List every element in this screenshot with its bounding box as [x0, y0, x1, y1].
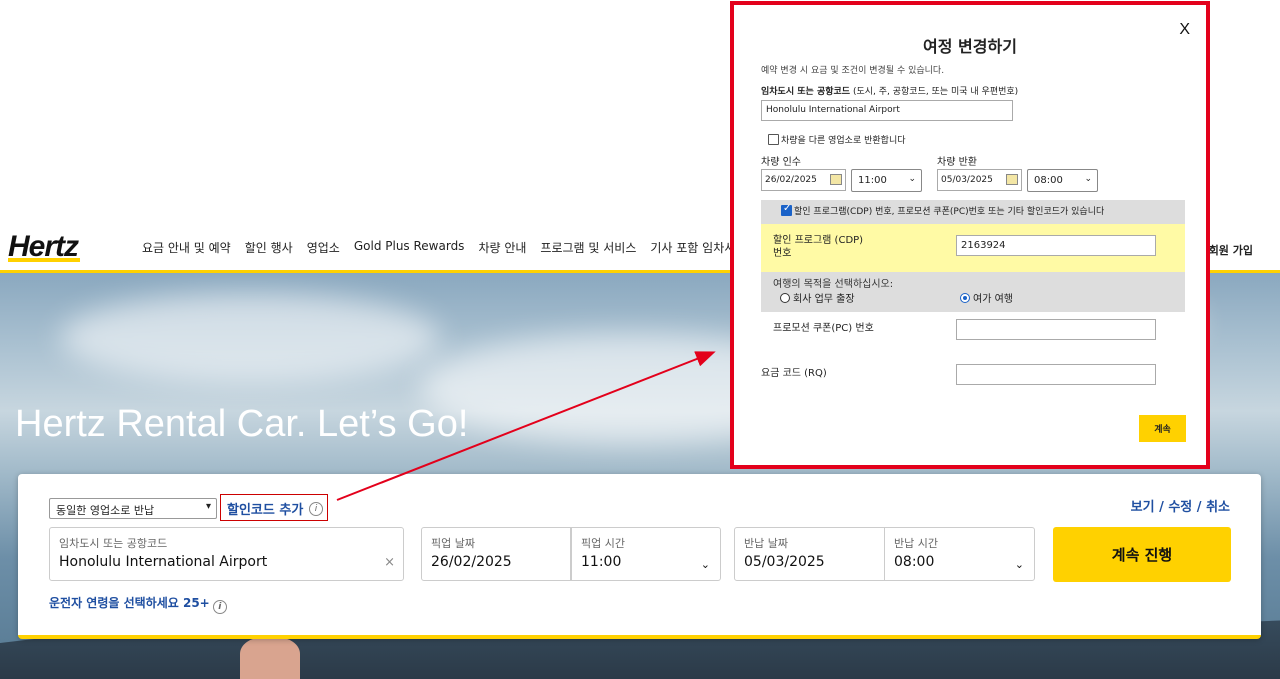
return-date-label: 반납 날짜 [744, 537, 788, 550]
cdp-label: 할인 프로그램 (CDP) 번호 [773, 235, 864, 259]
modal-pickup-time-value: 11:00 [858, 175, 887, 186]
change-itinerary-modal: X 여정 변경하기 예약 변경 시 요금 및 조건이 변경될 수 있습니다. 임… [730, 1, 1210, 469]
purpose-business-radio[interactable]: 회사 업무 출장 [780, 290, 855, 305]
purpose-leisure-label: 여가 여행 [973, 294, 1013, 305]
discount-code-checkbox[interactable]: 할인 프로그램(CDP) 번호, 프로모션 쿠폰(PC)번호 또는 기타 할인코… [781, 203, 1105, 217]
main-nav: 요금 안내 및 예약 할인 행사 영업소 Gold Plus Rewards 차… [142, 239, 757, 256]
hand-image [240, 637, 300, 679]
chevron-down-icon: ⌄ [1014, 558, 1024, 571]
calendar-icon[interactable] [1006, 174, 1018, 185]
hero-title: Hertz Rental Car. Let’s Go! [15, 403, 469, 445]
modal-continue-button[interactable]: 계속 [1139, 415, 1186, 442]
nav-item-locations[interactable]: 영업소 [307, 239, 340, 256]
modal-title: 여정 변경하기 [923, 37, 1017, 56]
chevron-down-icon: ▾ [205, 501, 211, 512]
discount-code-checkbox-row: 할인 프로그램(CDP) 번호, 프로모션 쿠폰(PC)번호 또는 기타 할인코… [761, 200, 1185, 224]
purpose-business-label: 회사 업무 출장 [793, 294, 855, 305]
modal-location-hint: (도시, 주, 공항코드, 또는 미국 내 우편번호) [850, 87, 1019, 97]
cdp-section: 할인 프로그램 (CDP) 번호 2163924 [761, 224, 1185, 272]
discount-code-checkbox-label: 할인 프로그램(CDP) 번호, 프로모션 쿠폰(PC)번호 또는 기타 할인코… [794, 207, 1105, 217]
promo-coupon-label: 프로모션 쿠폰(PC) 번호 [773, 323, 874, 334]
checkbox-checked-icon[interactable] [781, 203, 792, 216]
modal-return-label: 차량 반환 [937, 157, 977, 168]
nav-item-gold-plus[interactable]: Gold Plus Rewards [354, 239, 465, 256]
checkbox-icon[interactable] [768, 134, 779, 145]
modal-pickup-label: 차량 인수 [761, 157, 801, 168]
modal-note: 예약 변경 시 요금 및 조건이 변경될 수 있습니다. [761, 66, 945, 76]
logo-underline [8, 258, 80, 262]
modal-location-label-main: 임차도시 또는 공항코드 [761, 87, 851, 97]
promo-coupon-input[interactable] [956, 319, 1156, 340]
pickup-time-value: 11:00 [581, 554, 622, 570]
cloud-decoration [60, 293, 440, 383]
nav-item-rates[interactable]: 요금 안내 및 예약 [142, 239, 231, 256]
chevron-down-icon: ⌄ [908, 174, 916, 184]
modal-return-time-select[interactable]: 08:00 ⌄ [1027, 169, 1098, 192]
clear-icon[interactable]: × [384, 555, 395, 570]
modal-pickup-date-value: 26/02/2025 [765, 175, 817, 185]
return-other-location-label: 차량을 다른 영업소로 반환합니다 [781, 136, 906, 146]
nav-item-programs[interactable]: 프로그램 및 서비스 [540, 239, 636, 256]
continue-button[interactable]: 계속 진행 [1053, 527, 1231, 582]
discount-highlight-box: 할인코드 추가 i [220, 494, 328, 521]
pickup-time-select[interactable]: 픽업 시간 11:00 ⌄ [571, 527, 721, 581]
add-discount-code-link[interactable]: 할인코드 추가 [227, 499, 303, 518]
trip-purpose-section: 여행의 목적을 선택하십시오: 회사 업무 출장 여가 여행 [761, 272, 1185, 312]
nav-item-vehicles[interactable]: 차량 안내 [478, 239, 526, 256]
modal-location-input[interactable]: Honolulu International Airport [761, 100, 1013, 121]
rate-code-input[interactable] [956, 364, 1156, 385]
modal-location-label: 임차도시 또는 공항코드 (도시, 주, 공항코드, 또는 미국 내 우편번호) [761, 84, 1018, 97]
nav-item-deals[interactable]: 할인 행사 [245, 239, 293, 256]
return-other-location-checkbox[interactable]: 차량을 다른 영업소로 반환합니다 [768, 133, 906, 146]
return-location-select[interactable]: 동일한 영업소로 반납 ▾ [49, 498, 217, 519]
modal-return-date-value: 05/03/2025 [941, 175, 993, 185]
chevron-down-icon: ⌄ [1084, 174, 1092, 184]
return-time-value: 08:00 [894, 554, 935, 570]
radio-selected-icon[interactable] [960, 292, 970, 303]
rate-code-label: 요금 코드 (RQ) [761, 368, 827, 379]
return-date-field[interactable]: 반납 날짜 05/03/2025 [734, 527, 885, 581]
pickup-location-field[interactable]: 임차도시 또는 공항코드 Honolulu International Airp… [49, 527, 404, 581]
return-time-select[interactable]: 반납 시간 08:00 ⌄ [884, 527, 1035, 581]
chevron-down-icon: ⌄ [700, 558, 710, 571]
return-location-value: 동일한 영업소로 반납 [56, 504, 155, 517]
calendar-icon[interactable] [830, 174, 842, 185]
driver-age-link[interactable]: 운전자 연령을 선택하세요 25+ i [49, 594, 227, 614]
signup-link[interactable]: /회원 가입 [1205, 242, 1253, 258]
cdp-input[interactable]: 2163924 [956, 235, 1156, 256]
return-time-label: 반납 시간 [894, 537, 938, 550]
modal-pickup-date-input[interactable]: 26/02/2025 [761, 169, 846, 191]
pickup-date-value: 26/02/2025 [431, 554, 512, 570]
modal-return-date-input[interactable]: 05/03/2025 [937, 169, 1022, 191]
modal-pickup-time-select[interactable]: 11:00 ⌄ [851, 169, 922, 192]
pickup-date-label: 픽업 날짜 [431, 537, 475, 550]
view-modify-cancel-link[interactable]: 보기 / 수정 / 취소 [1131, 496, 1230, 515]
pickup-location-label: 임차도시 또는 공항코드 [59, 537, 168, 550]
pickup-time-label: 픽업 시간 [581, 537, 625, 550]
purpose-leisure-radio[interactable]: 여가 여행 [960, 290, 1013, 305]
booking-widget: 동일한 영업소로 반납 ▾ 할인코드 추가 i 보기 / 수정 / 취소 임차도… [18, 474, 1261, 639]
info-icon[interactable]: i [309, 502, 323, 516]
modal-return-time-value: 08:00 [1034, 175, 1063, 186]
pickup-location-value: Honolulu International Airport [59, 554, 268, 570]
pickup-date-field[interactable]: 픽업 날짜 26/02/2025 [421, 527, 571, 581]
driver-age-label: 운전자 연령을 선택하세요 25+ [49, 596, 210, 610]
return-date-value: 05/03/2025 [744, 554, 825, 570]
info-icon[interactable]: i [212, 600, 227, 614]
radio-icon[interactable] [780, 292, 790, 303]
trip-purpose-question: 여행의 목적을 선택하십시오: [773, 279, 894, 290]
